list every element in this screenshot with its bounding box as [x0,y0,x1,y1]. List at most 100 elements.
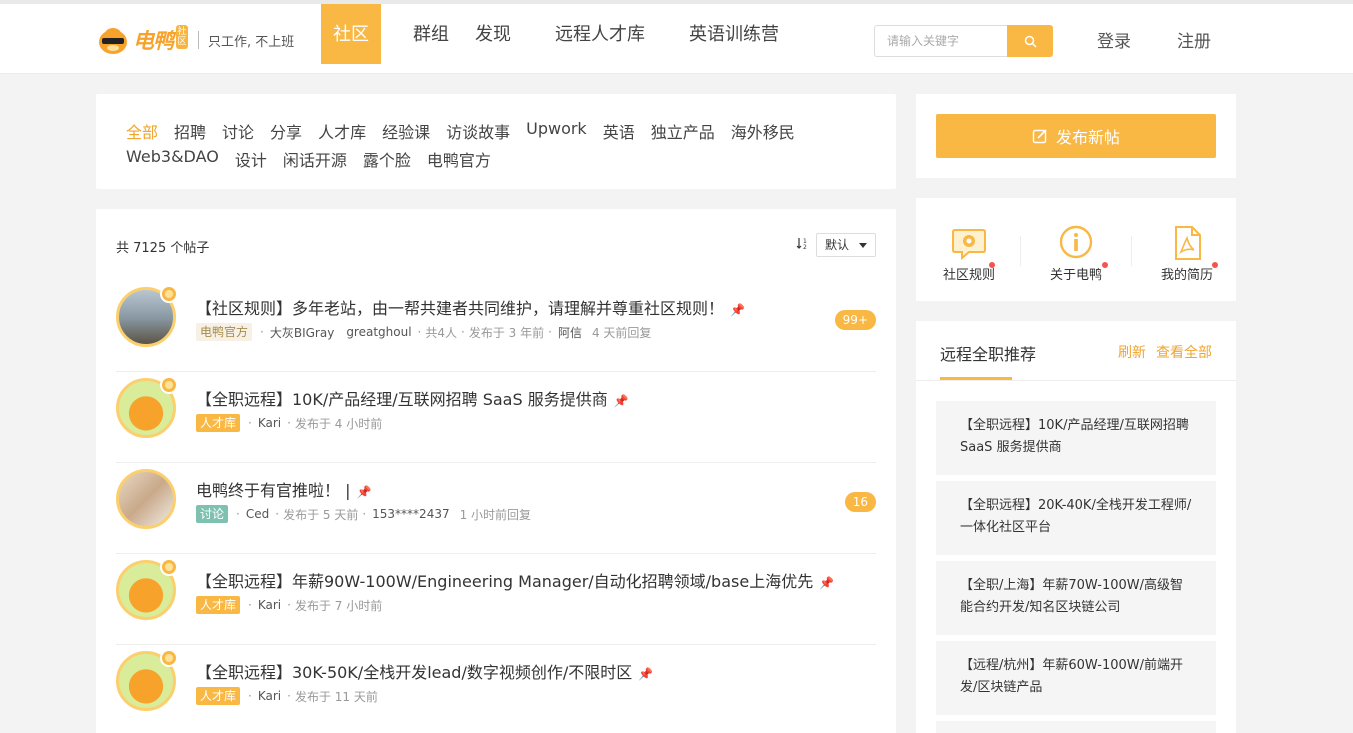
post-item[interactable]: 【全职远程】10K/产品经理/互联网招聘 SaaS 服务提供商 📌 人才库 · K… [116,372,876,463]
pin-icon: 📌 [638,667,654,681]
post-item[interactable]: 【社区规则】多年老站，由一帮共建者共同维护，请理解并尊重社区规则！ 📌 电鸭官方 … [116,281,876,372]
reply-count-badge: 16 [844,492,876,512]
post-participant[interactable]: greatghoul [346,325,411,339]
post-author[interactable]: Kari [258,689,281,703]
post-title[interactable]: 【全职远程】年薪90W-100W/Engineering Manager/自动化… [196,568,834,592]
category-recruit[interactable]: 招聘 [174,119,206,143]
post-author[interactable]: Kari [258,598,281,612]
nav-talent-pool[interactable]: 远程人才库 [555,4,689,64]
post-published: 发布于 11 天前 [294,689,378,704]
pin-icon: 📌 [356,485,372,499]
login-link[interactable]: 登录 [1097,27,1131,52]
post-tag[interactable]: 人才库 [196,414,241,432]
quick-link-label: 我的简历 [1160,268,1213,283]
avatar[interactable] [116,285,178,347]
post-replier[interactable]: 阿信 [558,324,582,341]
category-web3[interactable]: Web3&DAO [126,147,219,171]
post-title[interactable]: 【社区规则】多年老站，由一帮共建者共同维护，请理解并尊重社区规则！ 📌 [196,295,745,319]
category-upwork[interactable]: Upwork [526,119,587,143]
post-title[interactable]: 【全职远程】10K/产品经理/互联网招聘 SaaS 服务提供商 📌 [196,386,629,410]
category-share[interactable]: 分享 [270,119,302,143]
recommend-item[interactable]: 【远程/杭州】年薪60W-100W/前端开发/区块链产品 [936,641,1216,715]
category-immigration[interactable]: 海外移民 [731,119,795,143]
post-tag[interactable]: 人才库 [196,596,241,614]
avatar[interactable] [116,469,176,529]
search-button[interactable] [1007,25,1053,57]
category-opensource[interactable]: 闲话开源 [283,147,347,171]
nav-discover[interactable]: 发现 [475,4,555,64]
quick-links: 社区规则 关于电鸭 我的简历 [916,198,1236,301]
post-published: 发布于 5 天前 [283,507,359,522]
sort-select[interactable]: 默认 [816,233,876,257]
category-row: Web3&DAO 设计 闲话开源 露个脸 电鸭官方 [126,147,507,171]
post-author[interactable]: 大灰BIGray [270,324,334,341]
avatar[interactable] [116,558,178,620]
post-item[interactable]: 电鸭终于有官推啦！ | 📌 讨论 · Ced · 发布于 5 天前 · 153**… [116,463,876,554]
divider [1131,236,1132,266]
post-meta: 讨论 · Ced · 发布于 5 天前 · 153****2437 1 小时前回… [196,505,531,523]
post-meta: 人才库 · Kari · 发布于 4 小时前 [196,414,382,432]
recommend-title: 远程全职推荐 [940,345,1037,364]
post-tag[interactable]: 人才库 [196,687,241,705]
avatar[interactable] [116,376,178,438]
quick-link-rules[interactable]: 社区规则 [916,198,1022,299]
site-logo[interactable]: 电鸭 社区 只工作, 不上班 [97,24,294,56]
medal-icon [160,285,178,303]
post-tag[interactable]: 电鸭官方 [196,323,253,341]
nav-english-camp[interactable]: 英语训练营 [689,4,799,64]
post-replied: 1 小时前回复 [459,507,532,522]
info-icon [1059,225,1093,259]
category-talent[interactable]: 人才库 [318,119,366,143]
category-course[interactable]: 经验课 [382,119,430,143]
category-all[interactable]: 全部 [126,119,158,143]
nav-community[interactable]: 社区 [321,4,381,64]
post-people: 共4人 [425,325,458,340]
category-english[interactable]: 英语 [603,119,635,143]
duck-logo-icon [97,25,129,55]
recommend-item[interactable]: 【全职远程】20K-40K/全栈开发工程师/一体化社区平台 [936,481,1216,555]
category-showface[interactable]: 露个脸 [363,147,411,171]
recommend-item[interactable] [936,721,1216,733]
search-icon [1024,35,1037,48]
site-slogan: 只工作, 不上班 [208,34,295,50]
category-discuss[interactable]: 讨论 [222,119,254,143]
divider [1020,236,1021,266]
post-published: 发布于 3 年前 [468,325,545,340]
register-link[interactable]: 注册 [1177,27,1211,52]
post-meta: 人才库 · Kari · 发布于 11 天前 [196,687,378,705]
nav-groups[interactable]: 群组 [381,4,475,64]
reply-count-badge: 99+ [834,310,876,330]
search-input[interactable] [874,25,1008,57]
post-author[interactable]: Kari [258,416,281,430]
post-author[interactable]: Ced [246,507,269,521]
post-tag[interactable]: 讨论 [196,505,229,523]
divider [916,380,1236,381]
pdf-resume-icon [1175,226,1201,260]
pin-icon: 📌 [613,394,629,408]
recommend-item[interactable]: 【全职远程】10K/产品经理/互联网招聘 SaaS 服务提供商 [936,401,1216,475]
recommend-panel: 远程全职推荐 刷新 查看全部 【全职远程】10K/产品经理/互联网招聘 SaaS… [916,321,1236,733]
quick-link-resume[interactable]: 我的简历 [1134,198,1240,299]
rules-chat-icon [952,229,986,261]
post-item[interactable]: 【全职远程】年薪90W-100W/Engineering Manager/自动化… [116,554,876,645]
publish-card: 发布新帖 [916,94,1236,178]
post-item[interactable]: 【全职远程】30K-50K/全栈开发lead/数字视频创作/不限时区 📌 人才库 … [116,645,876,733]
avatar[interactable] [116,649,178,711]
post-title[interactable]: 电鸭终于有官推啦！ | 📌 [196,477,371,501]
post-replied: 4 天前回复 [591,325,652,340]
post-title[interactable]: 【全职远程】30K-50K/全栈开发lead/数字视频创作/不限时区 📌 [196,659,653,683]
post-replier[interactable]: 153****2437 [372,507,449,521]
quick-link-about[interactable]: 关于电鸭 [1023,198,1129,299]
category-official[interactable]: 电鸭官方 [427,147,491,171]
logo-badge: 社区 [176,25,188,49]
view-all-link[interactable]: 查看全部 [1156,342,1212,362]
category-design[interactable]: 设计 [235,147,267,171]
publish-button[interactable]: 发布新帖 [936,114,1216,158]
category-interview[interactable]: 访谈故事 [446,119,510,143]
post-published: 发布于 4 小时前 [294,416,383,431]
quick-link-label: 社区规则 [942,268,995,283]
category-indie-product[interactable]: 独立产品 [651,119,715,143]
category-filter: 全部 招聘 讨论 分享 人才库 经验课 访谈故事 Upwork 英语 独立产品 … [96,94,896,189]
refresh-link[interactable]: 刷新 [1118,342,1146,362]
recommend-item[interactable]: 【全职/上海】年薪70W-100W/高级智能合约开发/知名区块链公司 [936,561,1216,635]
